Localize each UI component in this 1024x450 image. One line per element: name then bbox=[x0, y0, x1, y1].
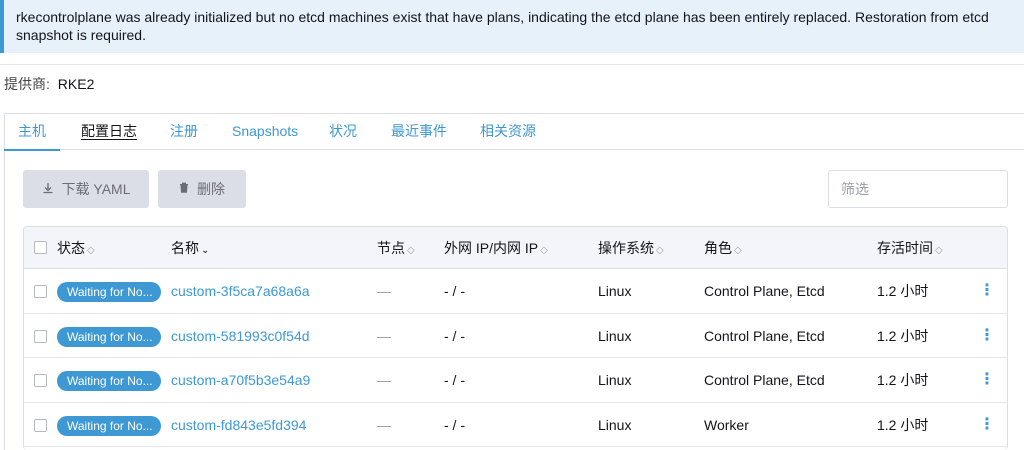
age-value: 1.2 小时 bbox=[877, 283, 929, 299]
header-state[interactable]: 状态 ◇ bbox=[57, 227, 95, 269]
tab-provisioning-log[interactable]: 配置日志 bbox=[81, 113, 137, 150]
status-badge: Waiting for No... bbox=[57, 326, 161, 347]
header-name[interactable]: 名称 ⌄ bbox=[171, 227, 209, 269]
ip-value: - / - bbox=[444, 372, 465, 388]
table-row[interactable]: Waiting for No... custom-581993c0f54d — … bbox=[24, 314, 1007, 358]
machine-name-link[interactable]: custom-3f5ca7a68a6a bbox=[171, 269, 310, 313]
tab-snapshots[interactable]: Snapshots bbox=[232, 113, 298, 150]
sort-icon: ◇ bbox=[656, 245, 664, 256]
os-value: Linux bbox=[598, 327, 632, 344]
role-value: Control Plane, Etcd bbox=[704, 283, 825, 299]
table-header: 状态 ◇ 名称 ⌄ 节点 ◇ 外网 IP/内网 IP ◇ 操作系统 ◇ 角色 ◇ 存活时间 ◇ bbox=[24, 227, 1007, 269]
ip-value: - / - bbox=[444, 283, 465, 299]
sort-icon: ◇ bbox=[407, 245, 415, 256]
tab-related-resources[interactable]: 相关资源 bbox=[480, 113, 536, 150]
ip-value: - / - bbox=[444, 416, 465, 433]
header-age[interactable]: 存活时间 ◇ bbox=[877, 227, 943, 269]
download-yaml-button[interactable]: 下载 YAML bbox=[23, 170, 149, 208]
more-actions-icon[interactable]: ⋮ bbox=[979, 403, 995, 447]
header-os[interactable]: 操作系统 ◇ bbox=[598, 227, 664, 269]
select-all-checkbox[interactable] bbox=[34, 241, 47, 254]
row-checkbox[interactable] bbox=[34, 374, 47, 387]
filter-input[interactable] bbox=[828, 170, 1008, 208]
provider-label: 提供商: bbox=[4, 76, 50, 92]
role-value: Control Plane, Etcd bbox=[704, 327, 825, 344]
age-value: 1.2 小时 bbox=[877, 416, 929, 433]
trash-icon bbox=[179, 182, 189, 196]
node-value: — bbox=[377, 283, 391, 299]
os-value: Linux bbox=[598, 372, 632, 388]
os-value: Linux bbox=[598, 416, 632, 433]
machine-name-link[interactable]: custom-a70f5b3e54a9 bbox=[171, 358, 310, 402]
tab-recent-events[interactable]: 最近事件 bbox=[391, 113, 447, 150]
download-yaml-label: 下载 YAML bbox=[61, 181, 131, 197]
header-node[interactable]: 节点 ◇ bbox=[377, 227, 415, 269]
more-actions-icon[interactable]: ⋮ bbox=[979, 314, 995, 358]
machine-name-link[interactable]: custom-581993c0f54d bbox=[171, 314, 310, 358]
node-value: — bbox=[377, 372, 391, 388]
status-badge: Waiting for No... bbox=[57, 282, 161, 302]
delete-label: 删除 bbox=[197, 181, 225, 197]
sort-icon: ◇ bbox=[935, 245, 943, 256]
os-value: Linux bbox=[598, 283, 632, 299]
info-banner: rkecontrolplane was already initialized … bbox=[0, 0, 1024, 53]
sort-icon: ◇ bbox=[87, 245, 95, 256]
sort-icon: ◇ bbox=[734, 245, 742, 256]
row-checkbox[interactable] bbox=[34, 418, 47, 432]
row-checkbox[interactable] bbox=[34, 329, 47, 343]
divider bbox=[0, 64, 1024, 65]
machine-name-link[interactable]: custom-fd843e5fd394 bbox=[171, 403, 306, 447]
tab-conditions[interactable]: 状况 bbox=[329, 113, 357, 150]
banner-message: rkecontrolplane was already initialized … bbox=[16, 9, 989, 43]
role-value: Worker bbox=[704, 416, 749, 433]
header-ip[interactable]: 外网 IP/内网 IP ◇ bbox=[444, 227, 548, 269]
machines-table: 状态 ◇ 名称 ⌄ 节点 ◇ 外网 IP/内网 IP ◇ 操作系统 ◇ 角色 ◇ 存活时间 ◇… bbox=[23, 226, 1008, 450]
download-icon bbox=[42, 182, 54, 197]
sort-down-icon: ⌄ bbox=[201, 245, 210, 256]
ip-value: - / - bbox=[444, 327, 465, 344]
node-value: — bbox=[377, 416, 391, 433]
tab-bar: 主机 配置日志 注册 Snapshots 状况 最近事件 相关资源 bbox=[4, 113, 1024, 151]
age-value: 1.2 小时 bbox=[877, 372, 929, 388]
age-value: 1.2 小时 bbox=[877, 327, 929, 344]
tab-machines[interactable]: 主机 bbox=[4, 113, 60, 151]
header-role[interactable]: 角色 ◇ bbox=[704, 227, 742, 269]
delete-button[interactable]: 删除 bbox=[158, 170, 246, 208]
more-actions-icon[interactable]: ⋮ bbox=[979, 358, 995, 402]
tab-registration[interactable]: 注册 bbox=[170, 113, 198, 150]
provider-info: 提供商: RKE2 bbox=[4, 74, 94, 94]
status-badge: Waiting for No... bbox=[57, 415, 161, 436]
role-value: Control Plane, Etcd bbox=[704, 372, 825, 388]
row-checkbox[interactable] bbox=[34, 285, 47, 298]
table-row[interactable]: Waiting for No... custom-fd843e5fd394 — … bbox=[24, 403, 1007, 447]
table-row[interactable]: Waiting for No... custom-a70f5b3e54a9 — … bbox=[24, 358, 1007, 403]
status-badge: Waiting for No... bbox=[57, 371, 161, 391]
node-value: — bbox=[377, 327, 391, 344]
sort-icon: ◇ bbox=[540, 245, 548, 256]
table-row[interactable]: Waiting for No... custom-3f5ca7a68a6a — … bbox=[24, 269, 1007, 314]
more-actions-icon[interactable]: ⋮ bbox=[979, 269, 995, 313]
provider-value: RKE2 bbox=[57, 76, 95, 92]
